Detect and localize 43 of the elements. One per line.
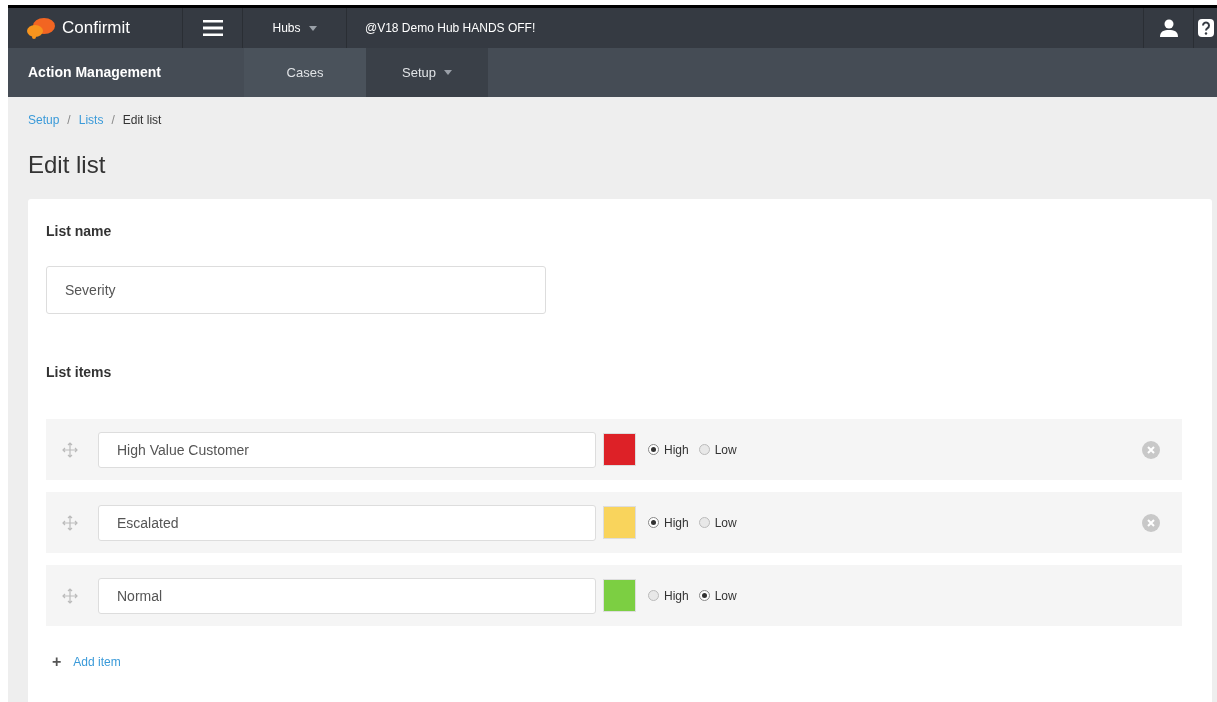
user-icon — [1159, 19, 1178, 37]
color-swatch[interactable] — [603, 506, 636, 539]
radio-button[interactable] — [648, 590, 659, 601]
color-swatch[interactable] — [603, 433, 636, 466]
menu-icon — [202, 20, 223, 36]
remove-icon[interactable] — [1142, 513, 1160, 532]
logo-text: Confirmit — [62, 17, 130, 40]
radio-label: High — [664, 587, 689, 605]
color-swatch[interactable] — [603, 579, 636, 612]
radio-button[interactable] — [648, 517, 659, 528]
logo-icon — [26, 17, 56, 39]
nav-tab[interactable]: Cases — [244, 48, 366, 97]
drag-handle-icon[interactable] — [62, 514, 78, 531]
caret-icon — [308, 25, 317, 31]
radio-button[interactable] — [698, 444, 710, 455]
plus-icon: + — [52, 650, 62, 674]
field-label: List items — [46, 363, 113, 382]
field-label: List name — [46, 222, 113, 241]
radio-label: Low — [714, 587, 737, 605]
nav-tab[interactable]: Setup — [366, 48, 488, 97]
breadcrumb-separator: / — [111, 112, 115, 129]
drag-handle-icon[interactable] — [62, 441, 78, 458]
radio-button[interactable] — [698, 590, 710, 601]
breadcrumb-separator: / — [67, 112, 71, 129]
radio-button[interactable] — [648, 444, 659, 455]
radio-label: Low — [714, 514, 737, 532]
add-item-link[interactable]: + Add item — [52, 650, 121, 674]
radio-label: Low — [714, 441, 737, 459]
radio-label: High — [664, 514, 689, 532]
item-name-field[interactable]: Normal — [98, 577, 596, 614]
app-title: Action Management — [27, 63, 162, 82]
remove-icon[interactable] — [1142, 440, 1160, 459]
item-name-field[interactable]: Escalated — [98, 504, 596, 541]
radio-button[interactable] — [698, 517, 710, 528]
breadcrumb-current: Edit list — [122, 112, 162, 129]
list-name-field[interactable]: Severity — [46, 266, 546, 314]
radio-label: High — [664, 441, 689, 459]
help-icon — [1198, 19, 1214, 37]
page-title: Edit list — [27, 150, 107, 180]
hub-name: @V18 Demo Hub HANDS OFF! — [364, 20, 537, 37]
help-button[interactable] — [1193, 8, 1217, 48]
drag-handle-icon[interactable] — [62, 587, 78, 604]
item-name-field[interactable]: High Value Customer — [98, 431, 596, 468]
